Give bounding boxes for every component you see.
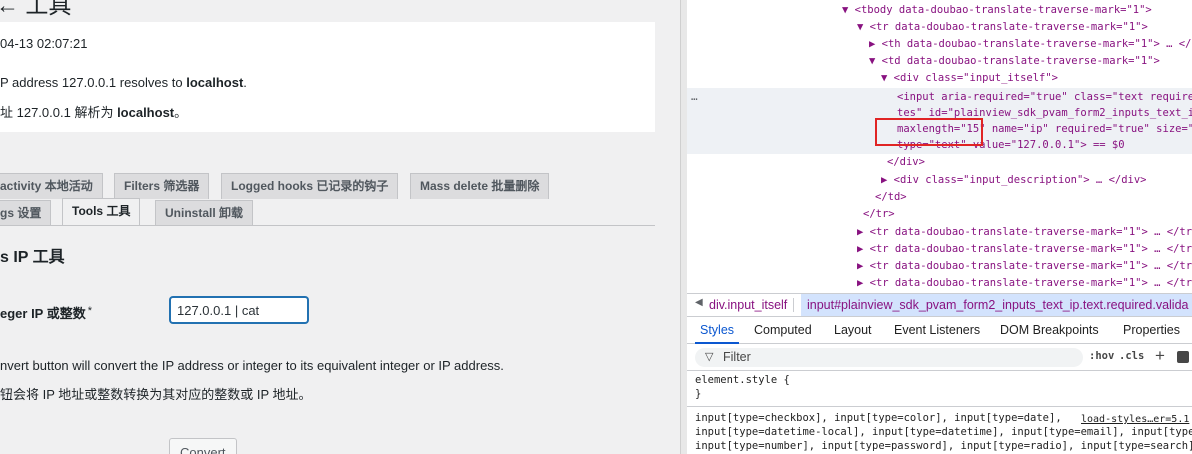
dom-node-tr-5[interactable]: ▶ <tr data-doubao-translate-traverse-mar… [857, 275, 1192, 292]
tab-logged-hooks[interactable]: Logged hooks 已记录的钩子 [221, 173, 399, 199]
styles-pane: element.style { } input[type=checkbox], … [687, 372, 1192, 454]
css-rule-selector-3[interactable]: input[type=number], input[type=password]… [695, 440, 1192, 452]
field-description-zh: 钮会将 IP 地址或整数转换为其对应的整数或 IP 地址。 [0, 387, 312, 402]
dom-node-tr-3[interactable]: ▶ <tr data-doubao-translate-traverse-mar… [857, 241, 1192, 258]
convert-button[interactable]: Convert [169, 438, 237, 454]
tabs-divider [0, 225, 655, 226]
result-notice: 04-13 02:07:21 P address 127.0.0.1 resol… [0, 22, 655, 132]
notice-text-en: P address 127.0.0.1 resolves to localhos… [0, 75, 247, 90]
element-style-close: } [695, 388, 702, 400]
tab-tools[interactable]: Tools 工具 [62, 198, 141, 226]
dom-node-tbody[interactable]: ▼ <tbody data-doubao-translate-traverse-… [842, 2, 1152, 19]
required-mark: * [87, 305, 93, 317]
section-title: s IP 工具 [0, 249, 65, 266]
tab-dom-breakpoints[interactable]: DOM Breakpoints [1000, 323, 1099, 337]
dom-node-input-description[interactable]: ▶ <div class="input_description"> … </di… [881, 172, 1147, 189]
breadcrumb-item-input[interactable]: input#plainview_sdk_pvam_form2_inputs_te… [801, 294, 1192, 316]
dom-node-div-close[interactable]: </div> [887, 154, 925, 171]
node-actions-icon[interactable]: … [691, 88, 698, 105]
hover-state-button[interactable]: :hov [1089, 350, 1114, 362]
css-rule-selector-2[interactable]: input[type=datetime-local], input[type=d… [695, 426, 1192, 438]
element-style-open[interactable]: element.style { [695, 374, 790, 386]
dom-node-input-line-1[interactable]: <input aria-required="true" class="text … [897, 89, 1192, 106]
devtools-panel: … ▼ <tbody data-doubao-translate-travers… [687, 0, 1192, 454]
ip-input[interactable] [170, 297, 308, 323]
tab-filters[interactable]: Filters 筛选器 [114, 173, 210, 199]
styles-panel-tabs: Styles Computed Layout Event Listeners D… [687, 318, 1192, 344]
page-heading: ← 工具 [0, 0, 72, 18]
tab-uninstall[interactable]: Uninstall 卸载 [155, 200, 254, 226]
notice-text-zh: 址 127.0.0.1 解析为 localhost。 [0, 105, 188, 120]
annotation-highlight-box [875, 118, 983, 146]
css-rule-selector-1[interactable]: input[type=checkbox], input[type=color],… [695, 412, 1062, 424]
tab-event-listeners[interactable]: Event Listeners [894, 323, 980, 337]
filter-icon: ▽ [705, 351, 714, 363]
dom-node-td[interactable]: ▼ <td data-doubao-translate-traverse-mar… [869, 53, 1160, 70]
tab-computed[interactable]: Computed [754, 323, 812, 337]
dom-node-th[interactable]: ▶ <th data-doubao-translate-traverse-mar… [869, 36, 1192, 53]
tab-local-activity[interactable]: activity 本地活动 [0, 173, 103, 199]
styles-toolbar: ▽ Filter :hov .cls + [687, 345, 1192, 371]
stylesheet-source-link[interactable]: load-styles…er=5.1 [1081, 414, 1189, 425]
breadcrumb-left-arrow-icon[interactable]: ◀ [695, 297, 703, 308]
new-style-rule-icon[interactable]: + [1155, 346, 1165, 366]
dom-breadcrumb: ◀ div.input_itself input#plainview_sdk_p… [687, 293, 1192, 317]
dom-node-tr[interactable]: ▼ <tr data-doubao-translate-traverse-mar… [857, 19, 1148, 36]
dom-node-tr-2[interactable]: ▶ <tr data-doubao-translate-traverse-mar… [857, 224, 1192, 241]
rule-separator [687, 406, 1192, 407]
dom-node-div-input-itself[interactable]: ▼ <div class="input_itself"> [881, 70, 1058, 87]
tab-layout[interactable]: Layout [834, 323, 872, 337]
tab-styles[interactable]: Styles [700, 323, 734, 337]
rendering-emulation-icon[interactable] [1177, 351, 1189, 363]
tab-settings[interactable]: gs 设置 [0, 200, 52, 226]
dom-node-tr-close[interactable]: </tr> [863, 206, 895, 223]
filter-placeholder: Filter [723, 350, 751, 364]
panel-splitter[interactable] [680, 0, 687, 454]
tab-mass-delete[interactable]: Mass delete 批量删除 [410, 173, 550, 199]
tab-properties[interactable]: Properties [1123, 323, 1180, 337]
ip-field-label: eger IP 或整数 * [0, 305, 93, 321]
wordpress-admin-page: ← 工具 04-13 02:07:21 P address 127.0.0.1 … [0, 0, 680, 454]
field-description-en: nvert button will convert the IP address… [0, 358, 504, 373]
notice-timestamp: 04-13 02:07:21 [0, 36, 88, 51]
filter-input[interactable]: ▽ Filter [695, 348, 1083, 367]
active-tab-underline [695, 342, 739, 344]
elements-dom-tree: … ▼ <tbody data-doubao-translate-travers… [687, 0, 1192, 292]
class-toggle-button[interactable]: .cls [1119, 350, 1144, 362]
dom-node-td-close[interactable]: </td> [875, 189, 907, 206]
breadcrumb-item-div[interactable]: div.input_itself [709, 298, 795, 312]
dom-node-tr-4[interactable]: ▶ <tr data-doubao-translate-traverse-mar… [857, 258, 1192, 275]
